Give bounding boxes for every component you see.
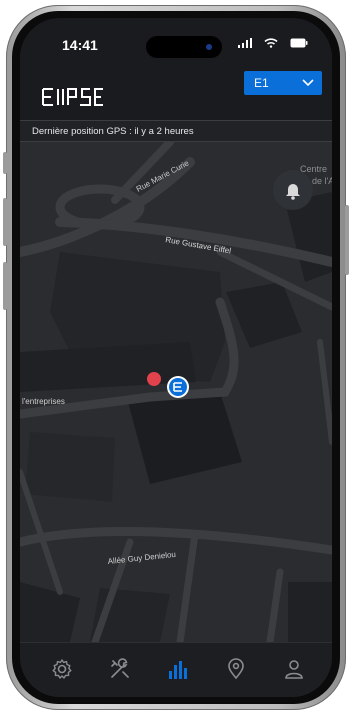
map-label-entreprises: l'entreprises: [22, 397, 65, 406]
nav-location[interactable]: [224, 657, 248, 681]
nav-settings[interactable]: [50, 657, 74, 681]
vehicle-select-value: E1: [254, 76, 269, 90]
nav-profile[interactable]: [282, 657, 306, 681]
map-road: [20, 527, 332, 555]
vehicle-pin-marker[interactable]: [167, 376, 189, 398]
map-building: [226, 282, 302, 348]
ellipse-logo: [42, 88, 103, 106]
notification-button[interactable]: [273, 170, 313, 210]
map-building: [288, 582, 332, 642]
status-bar: 14:41: [20, 18, 332, 68]
map-building: [25, 432, 115, 502]
user-icon: [285, 660, 303, 679]
map-road: [317, 339, 332, 445]
map-road: [266, 568, 284, 642]
dynamic-island: [146, 36, 222, 58]
clock: 14:41: [62, 37, 98, 53]
nav-stats[interactable]: [166, 657, 190, 681]
gps-status-banner: Dernière position GPS : il y a 2 heures: [20, 120, 332, 142]
wifi-icon: [264, 38, 278, 48]
chevron-down-icon: [302, 79, 314, 87]
bell-icon: [286, 184, 300, 200]
signal-icon: [238, 38, 252, 48]
tools-icon: [111, 658, 129, 678]
action-button: [3, 152, 7, 174]
status-icons: [238, 38, 308, 48]
app-header: E1: [20, 68, 332, 120]
last-position-marker[interactable]: [147, 372, 161, 386]
map-building: [128, 392, 242, 484]
nav-tools[interactable]: [108, 657, 132, 681]
stats-icon: [169, 661, 187, 679]
location-icon: [228, 658, 244, 680]
battery-icon: [290, 38, 308, 48]
map-road: [176, 530, 199, 642]
map-building: [20, 582, 80, 642]
vehicle-select[interactable]: E1: [244, 71, 322, 95]
street-label-allee-guy-denielou: Allée Guy Denielou: [107, 550, 176, 566]
camera-dot: [206, 44, 212, 50]
bottom-navigation: [20, 642, 332, 697]
settings-icon: [52, 659, 72, 679]
map-canvas: Rue Marie Curie Rue Gustave Eiffel l'ent…: [20, 142, 332, 642]
volume-up-button: [3, 198, 7, 246]
app-screen: 14:41 E1 Dernière position GPS: il y a …: [20, 18, 332, 697]
map-label-centre-line2: de l'A: [312, 176, 332, 186]
power-button: [345, 205, 349, 275]
volume-down-button: [3, 262, 7, 310]
map-view[interactable]: Rue Marie Curie Rue Gustave Eiffel l'ent…: [20, 142, 332, 642]
